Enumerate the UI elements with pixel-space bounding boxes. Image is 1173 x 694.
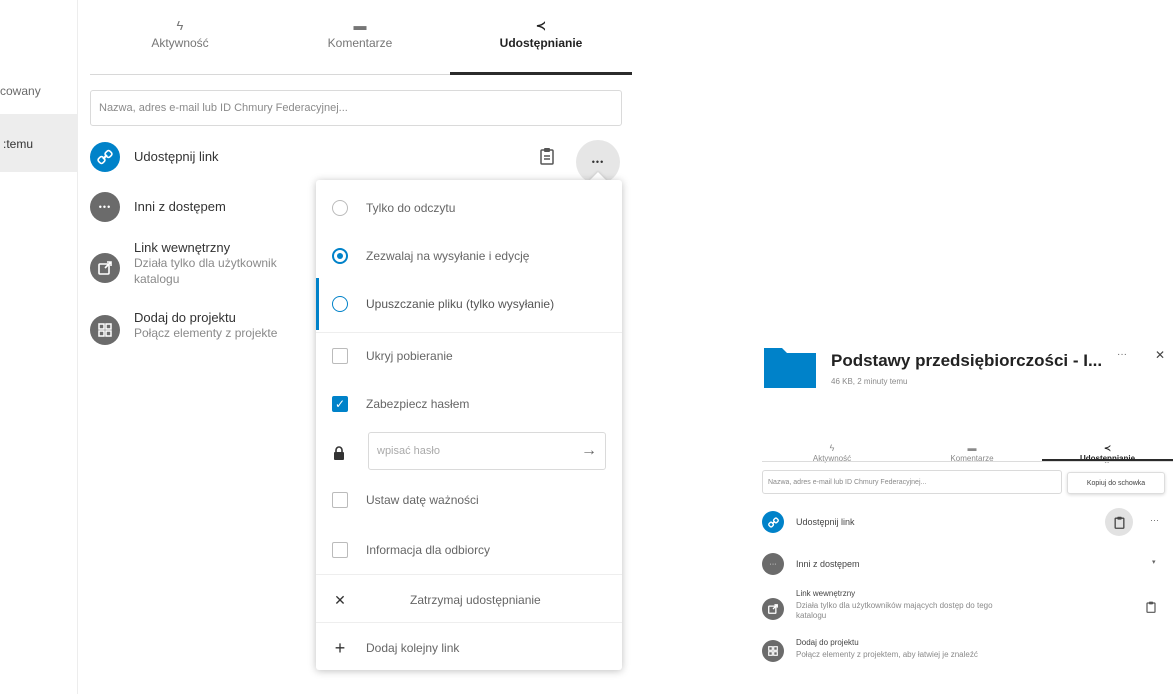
mini-add-to-project-title[interactable]: Dodaj do projektu	[796, 638, 859, 647]
checkbox-set-expiration[interactable]	[332, 492, 348, 508]
option-allow-upload-edit-label: Zezwalaj na wysyłanie i edycję	[366, 249, 530, 263]
option-set-expiration-label: Ustaw datę ważności	[366, 493, 479, 507]
tab-sharing[interactable]: ≺ Udostępnianie	[450, 16, 632, 74]
others-with-access-label[interactable]: Inni z dostępem	[134, 199, 226, 214]
left-nav-item-partial[interactable]: cowany	[0, 84, 41, 98]
mini-comment-icon: ▬	[967, 443, 977, 453]
password-placeholder: wpisać hasło	[377, 445, 440, 457]
option-allow-upload-edit[interactable]: Zezwalaj na wysyłanie i edycję	[316, 236, 622, 276]
menu-separator	[316, 332, 622, 333]
mini-project-icon	[762, 640, 784, 662]
link-icon	[90, 142, 120, 172]
bolt-icon: ϟ	[176, 18, 184, 33]
mini-tab-activity[interactable]: ϟ Aktywność	[762, 442, 902, 468]
mini-tab-sharing[interactable]: ≺ Udostępnianie	[1042, 442, 1173, 468]
option-stop-sharing[interactable]: ✕ Zatrzymaj udostępnianie	[316, 580, 622, 620]
menu-separator	[316, 574, 622, 575]
project-icon	[90, 315, 120, 345]
option-add-link-label: Dodaj kolejny link	[366, 641, 460, 655]
mini-clipboard-icon	[1114, 516, 1124, 529]
option-password-protect-label: Zabezpiecz hasłem	[366, 397, 470, 411]
mini-tab-active-indicator	[1042, 459, 1173, 461]
left-nav-item-selected[interactable]: :temu	[3, 137, 33, 151]
submit-arrow-icon[interactable]: →	[581, 442, 597, 460]
option-hide-download-label: Ukryj pobieranie	[366, 349, 453, 363]
radio-read-only[interactable]	[332, 200, 348, 216]
mini-tab-divider	[762, 461, 1173, 462]
mini-internal-link-sub2: katalogu	[796, 611, 827, 620]
more-icon: •••	[591, 157, 605, 167]
share-options-menu: Tylko do odczytu Zezwalaj na wysyłanie i…	[316, 180, 622, 670]
option-password-protect[interactable]: ✓ Zabezpiecz hasłem	[316, 384, 622, 424]
mini-copy-clipboard-button[interactable]	[1105, 508, 1133, 536]
menu-separator	[316, 622, 622, 623]
add-to-project-title[interactable]: Dodaj do projektu	[134, 310, 236, 325]
mini-others-icon: ···	[762, 553, 784, 575]
add-to-project-sub: Połącz elementy z projekte	[134, 326, 278, 340]
mini-share-search-input[interactable]: Nazwa, adres e-mail lub ID Chmury Federa…	[762, 470, 1062, 494]
mini-add-to-project-sub: Połącz elementy z projektem, aby łatwiej…	[796, 650, 978, 659]
tab-active-indicator	[450, 72, 632, 75]
mini-share-link-label[interactable]: Udostępnij link	[796, 517, 855, 527]
mini-more-icon[interactable]: ···	[1117, 349, 1127, 360]
file-title: Podstawy przedsiębiorczości - I...	[831, 351, 1103, 370]
mini-others-label[interactable]: Inni z dostępem	[796, 559, 860, 569]
mini-close-icon[interactable]: ✕	[1155, 348, 1165, 362]
password-input[interactable]: wpisać hasło →	[368, 432, 606, 470]
checkbox-hide-download[interactable]	[332, 348, 348, 364]
mini-share-icon: ≺	[1103, 443, 1112, 453]
checkbox-password-protect[interactable]: ✓	[332, 396, 348, 412]
share-search-input[interactable]: Nazwa, adres e-mail lub ID Chmury Federa…	[90, 90, 622, 126]
others-icon-dots: •••	[98, 202, 112, 212]
tab-activity[interactable]: ϟ Aktywność	[90, 16, 270, 74]
mini-others-icon-dots: ···	[769, 560, 777, 568]
file-meta: 46 KB, 2 minuty temu	[831, 377, 908, 386]
option-stop-sharing-label: Zatrzymaj udostępnianie	[410, 593, 541, 607]
mini-internal-link-title: Link wewnętrzny	[796, 589, 856, 598]
mini-more-actions-icon[interactable]: ···	[1150, 515, 1159, 525]
copy-tooltip: Kopiuj do schowka	[1067, 472, 1165, 494]
lock-icon	[333, 446, 345, 460]
option-file-drop[interactable]: Upuszczanie pliku (tylko wysyłanie)	[316, 284, 622, 324]
mini-caret-down-icon[interactable]: ▾	[1152, 558, 1156, 566]
mini-bolt-icon: ϟ	[829, 443, 835, 453]
plus-icon: +	[334, 638, 346, 658]
tab-sharing-label: Udostępnianie	[499, 36, 583, 50]
option-add-link[interactable]: + Dodaj kolejny link	[316, 628, 622, 668]
mini-internal-clipboard-icon[interactable]	[1146, 600, 1156, 618]
copy-tooltip-text: Kopiuj do schowka	[1086, 479, 1146, 487]
tab-comments-label: Komentarze	[327, 36, 393, 50]
folder-icon	[764, 344, 816, 388]
radio-file-drop[interactable]	[332, 296, 348, 312]
tab-comments[interactable]: ▬ Komentarze	[270, 16, 450, 74]
internal-link-sub2: katalogu	[134, 272, 180, 286]
close-icon: ✕	[334, 592, 346, 608]
mini-internal-link-sub1: Działa tylko dla użytkowników mających d…	[796, 601, 993, 610]
share-search-placeholder: Nazwa, adres e-mail lub ID Chmury Federa…	[99, 102, 348, 114]
mini-share-search-placeholder: Nazwa, adres e-mail lub ID Chmury Federa…	[768, 478, 927, 486]
left-divider	[77, 0, 78, 694]
internal-link-title: Link wewnętrzny	[134, 240, 231, 255]
option-read-only-label: Tylko do odczytu	[366, 201, 456, 215]
others-icon: •••	[90, 192, 120, 222]
mini-tab-comments[interactable]: ▬ Komentarze	[902, 442, 1042, 468]
comment-icon: ▬	[353, 18, 367, 33]
internal-link-sub1: Działa tylko dla użytkownik	[134, 256, 277, 270]
share-link-label[interactable]: Udostępnij link	[134, 149, 219, 164]
checkbox-note-recipient[interactable]	[332, 542, 348, 558]
option-hide-download[interactable]: Ukryj pobieranie	[316, 336, 622, 376]
option-note-recipient-label: Informacja dla odbiorcy	[366, 543, 491, 557]
share-icon: ≺	[535, 18, 547, 33]
mini-external-link-icon	[762, 598, 784, 620]
external-link-icon	[90, 253, 120, 283]
option-note-recipient[interactable]: Informacja dla odbiorcy	[316, 530, 622, 570]
option-read-only[interactable]: Tylko do odczytu	[316, 188, 622, 228]
tab-activity-label: Aktywność	[151, 36, 209, 50]
option-file-drop-label: Upuszczanie pliku (tylko wysyłanie)	[366, 297, 555, 311]
radio-allow-upload-edit[interactable]	[332, 248, 348, 264]
mini-link-icon	[762, 511, 784, 533]
option-set-expiration[interactable]: Ustaw datę ważności	[316, 480, 622, 520]
clipboard-icon[interactable]	[540, 147, 556, 165]
